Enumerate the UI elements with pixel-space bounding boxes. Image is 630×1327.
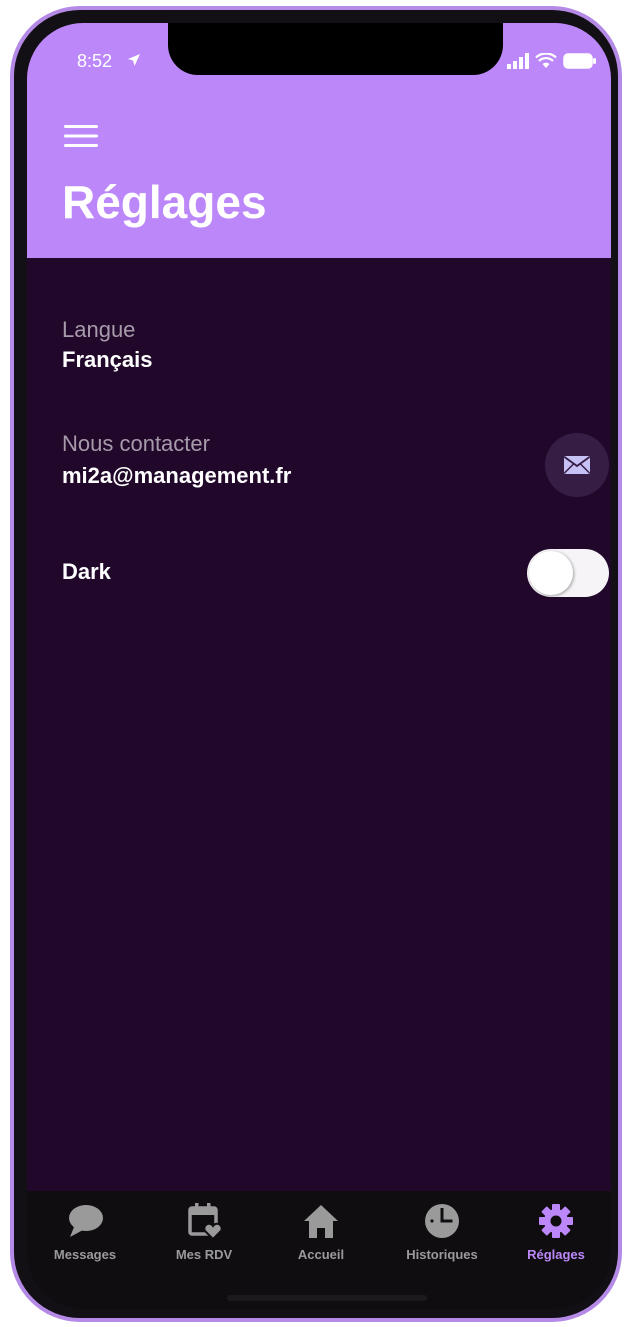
tab-label: Accueil — [297, 1247, 345, 1262]
calendar-heart-icon — [188, 1203, 223, 1241]
page-title: Réglages — [62, 176, 267, 228]
gear-icon — [539, 1204, 573, 1238]
contact-mail-button[interactable] — [545, 433, 609, 497]
dark-mode-label: Dark — [62, 559, 111, 584]
status-indicators — [507, 53, 597, 69]
app-header: 8:52 Réglages — [27, 23, 611, 258]
app-screen: 8:52 Réglages Langue Français Nous conta… — [27, 23, 611, 1309]
tab-label: Réglages — [527, 1247, 585, 1262]
wifi-icon — [535, 53, 557, 68]
contact-email[interactable]: mi2a@management.fr — [62, 463, 291, 489]
location-arrow-icon — [128, 54, 140, 66]
battery-icon — [563, 53, 596, 69]
device-notch — [168, 23, 503, 75]
tab-messages[interactable]: Messages — [30, 1201, 140, 1262]
language-value[interactable]: Français — [62, 347, 153, 373]
tab-historiques[interactable]: Historiques — [387, 1201, 497, 1262]
clock-icon — [425, 1204, 459, 1238]
status-time: 8:52 — [77, 51, 113, 71]
tab-reglages[interactable]: Réglages — [501, 1201, 611, 1262]
tab-label: Mes RDV — [175, 1247, 233, 1262]
tab-label: Messages — [53, 1247, 117, 1262]
toggle-knob — [529, 551, 573, 595]
dark-mode-toggle[interactable] — [527, 549, 609, 597]
language-label: Langue — [62, 317, 136, 342]
home-indicator — [227, 1295, 427, 1301]
signal-icon — [507, 53, 529, 69]
envelope-icon — [563, 456, 591, 474]
bottom-tab-bar: Messages Mes RDV Accueil Historiques Rég… — [27, 1191, 611, 1309]
tab-mes-rdv[interactable]: Mes RDV — [149, 1201, 259, 1262]
contact-label: Nous contacter — [62, 431, 210, 456]
chat-bubble-icon — [69, 1205, 103, 1237]
home-icon — [304, 1205, 338, 1238]
tab-label: Historiques — [406, 1247, 478, 1262]
tab-accueil[interactable]: Accueil — [266, 1201, 376, 1262]
hamburger-menu-icon[interactable] — [64, 124, 98, 148]
